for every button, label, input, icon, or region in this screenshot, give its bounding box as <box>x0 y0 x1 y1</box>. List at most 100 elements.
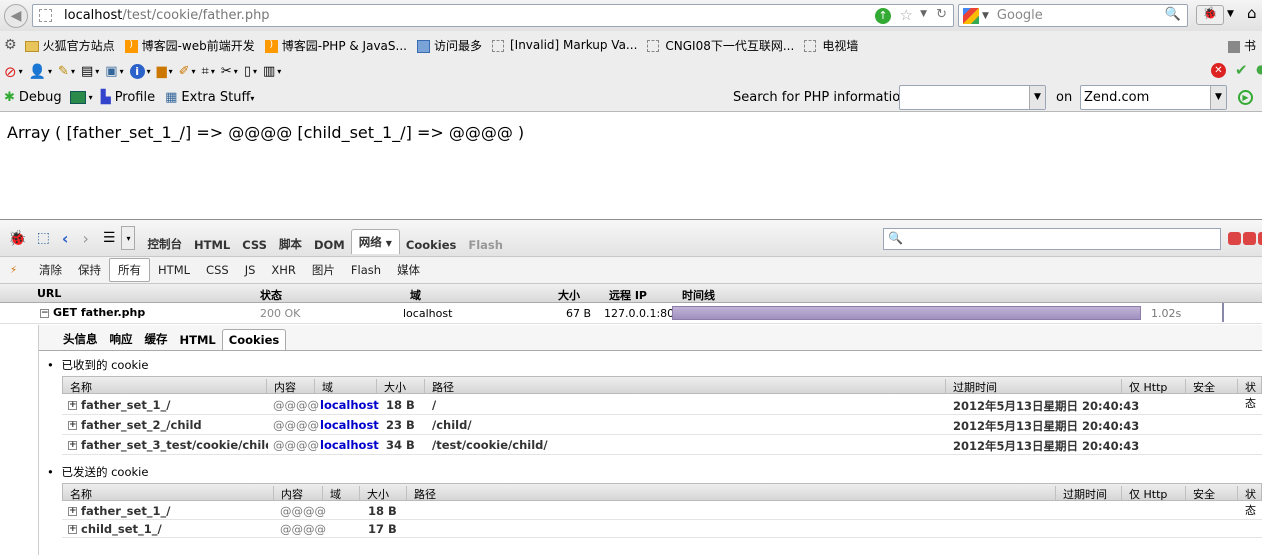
cookie-row[interactable]: + father_set_1_/ @@@@ 18 B <box>62 502 1262 520</box>
col-path[interactable]: 路径 <box>424 379 454 394</box>
filter-xhr[interactable]: XHR <box>263 260 304 280</box>
filter-js[interactable]: JS <box>237 260 264 280</box>
collapse-icon[interactable]: − <box>40 308 49 318</box>
col-status[interactable]: 状态 <box>260 287 282 303</box>
forms-icon[interactable]: ▤ <box>81 64 93 79</box>
settings-gear-icon[interactable]: ⚙ <box>4 37 17 53</box>
view-source-icon[interactable]: ▯ <box>244 64 251 79</box>
persist-button[interactable]: 保持 <box>70 259 109 281</box>
tools-icon[interactable]: ✂ <box>221 64 232 79</box>
panel-list-icon[interactable]: ☰ <box>103 230 116 246</box>
php-search-input[interactable]: ▼ <box>899 85 1046 110</box>
pencil-icon[interactable]: ✎ <box>58 64 69 79</box>
panel-menu-icon[interactable]: ▾ <box>121 226 136 250</box>
tab-console[interactable]: 控制台 <box>141 234 188 254</box>
tab-flash[interactable]: Flash <box>462 236 509 254</box>
detach-icon[interactable] <box>1243 232 1256 245</box>
reload-icon[interactable]: ↻ <box>936 7 947 22</box>
images-icon[interactable]: ▣ <box>105 64 117 79</box>
bookmark-item-tv[interactable]: 电视墙 <box>804 37 858 54</box>
filter-html[interactable]: HTML <box>150 260 198 280</box>
debug-options-icon[interactable] <box>69 91 86 104</box>
information-icon[interactable]: i <box>129 64 145 79</box>
bookmark-item-firefox[interactable]: 火狐官方站点 <box>24 37 115 54</box>
expand-icon[interactable]: + <box>68 507 77 516</box>
dropdown-icon[interactable]: ▼ <box>920 9 927 19</box>
options-icon[interactable]: ▥ <box>263 64 275 79</box>
filter-flash[interactable]: Flash <box>343 260 389 280</box>
debug-button[interactable]: ✱ Debug <box>4 90 62 105</box>
col-content[interactable]: 内容 <box>273 486 303 501</box>
firebug-search-input[interactable]: 🔍 <box>883 228 1221 250</box>
site-select[interactable]: Zend.com ▼ <box>1080 85 1227 110</box>
col-secure[interactable]: 安全 <box>1185 486 1215 501</box>
col-expires[interactable]: 过期时间 <box>1055 486 1107 501</box>
col-size[interactable]: 大小 <box>376 379 406 394</box>
col-name[interactable]: 名称 <box>63 486 92 501</box>
resize-icon[interactable]: ⌗ <box>202 64 209 79</box>
menu-dropdown-icon[interactable]: ▼ <box>1227 9 1234 19</box>
miscellaneous-icon[interactable]: ▆ <box>157 64 167 79</box>
profile-button[interactable]: ▙ Profile <box>101 90 155 105</box>
bookmark-item-cngi[interactable]: CNGI08下一代互联网... <box>647 37 794 54</box>
expand-icon[interactable]: + <box>68 401 77 410</box>
outline-icon[interactable]: ✐ <box>179 64 190 79</box>
minimize-icon[interactable] <box>1228 232 1241 245</box>
disable-icon[interactable]: ⊘ <box>4 63 17 81</box>
bookmark-item-markup[interactable]: [Invalid] Markup Va... <box>491 38 637 52</box>
back-icon[interactable]: ‹ <box>62 229 69 248</box>
search-input[interactable]: ▼ Google 🔍 <box>958 4 1188 27</box>
firebug-icon[interactable]: 🐞 <box>8 229 27 247</box>
col-size[interactable]: 大小 <box>558 287 580 303</box>
cookie-row[interactable]: + father_set_2_/child @@@@ localhost 23 B… <box>62 415 1262 435</box>
tab-dom[interactable]: DOM <box>308 236 351 254</box>
url-input[interactable]: localhost/test/cookie/father.php ↑ ☆ ▼ ↻ <box>32 4 954 27</box>
detail-tab-cookies[interactable]: Cookies <box>221 329 287 350</box>
col-status[interactable]: 状态 <box>1237 486 1261 517</box>
col-domain[interactable]: 域 <box>410 287 421 303</box>
bookmarks-menu-button[interactable]: 书 <box>1228 37 1256 54</box>
col-domain[interactable]: 域 <box>314 379 333 394</box>
cookie-row[interactable]: + child_set_1_/ @@@@ 17 B <box>62 520 1262 538</box>
bookmark-item-cnblogs-web[interactable]: ) 博客园-web前端开发 <box>124 37 255 54</box>
more-icon[interactable]: ● <box>1256 62 1262 76</box>
go-icon[interactable]: ↑ <box>875 8 891 24</box>
filter-css[interactable]: CSS <box>198 260 237 280</box>
user-icon[interactable]: 👤 <box>29 64 46 80</box>
filter-media[interactable]: 媒体 <box>389 259 428 281</box>
col-status[interactable]: 状态 <box>1237 379 1261 410</box>
filter-images[interactable]: 图片 <box>304 259 343 281</box>
tab-script[interactable]: 脚本 <box>273 234 308 254</box>
css-valid-icon[interactable]: ✔ <box>1235 61 1248 79</box>
inspect-icon[interactable]: ⬚ <box>37 230 50 246</box>
col-httponly[interactable]: 仅 Http <box>1121 486 1167 501</box>
dropdown-arrow-icon[interactable]: ▼ <box>1029 86 1045 109</box>
firebug-status-icon[interactable]: 🐞 <box>1196 5 1224 25</box>
col-httponly[interactable]: 仅 Http <box>1121 379 1167 394</box>
col-size[interactable]: 大小 <box>359 486 389 501</box>
search-icon[interactable]: 🔍 <box>1165 7 1181 22</box>
tab-net[interactable]: 网络 ▼ <box>350 228 400 254</box>
col-timeline[interactable]: 时间线 <box>682 287 715 303</box>
close-icon[interactable] <box>1258 232 1262 245</box>
expand-icon[interactable]: + <box>68 525 77 534</box>
search-go-icon[interactable]: ▶ <box>1238 90 1253 105</box>
tab-cookies[interactable]: Cookies <box>400 236 462 254</box>
detail-tab-html[interactable]: HTML <box>174 330 222 350</box>
filter-all[interactable]: 所有 <box>109 258 151 282</box>
net-request-row[interactable]: − GET father.php 200 OK localhost 67 B 12… <box>0 303 1262 324</box>
back-arrow-icon[interactable]: ◀ <box>4 4 28 28</box>
col-secure[interactable]: 安全 <box>1185 379 1215 394</box>
cookie-row[interactable]: + father_set_3_test/cookie/child @@@@ loc… <box>62 435 1262 455</box>
col-remote-ip[interactable]: 远程 IP <box>609 287 647 303</box>
bookmark-star-icon[interactable]: ☆ <box>900 6 913 24</box>
col-name[interactable]: 名称 <box>63 379 92 394</box>
col-path[interactable]: 路径 <box>406 486 436 501</box>
extra-stuff-button[interactable]: ▦ Extra Stuff▾ <box>165 90 254 105</box>
home-icon[interactable]: ⌂ <box>1247 4 1257 22</box>
col-content[interactable]: 内容 <box>266 379 296 394</box>
bookmark-item-cnblogs-php[interactable]: ) 博客园-PHP & JavaS... <box>264 37 407 54</box>
col-expires[interactable]: 过期时间 <box>945 379 997 394</box>
forward-icon[interactable]: › <box>83 229 89 248</box>
clear-button[interactable]: 清除 <box>31 259 70 281</box>
